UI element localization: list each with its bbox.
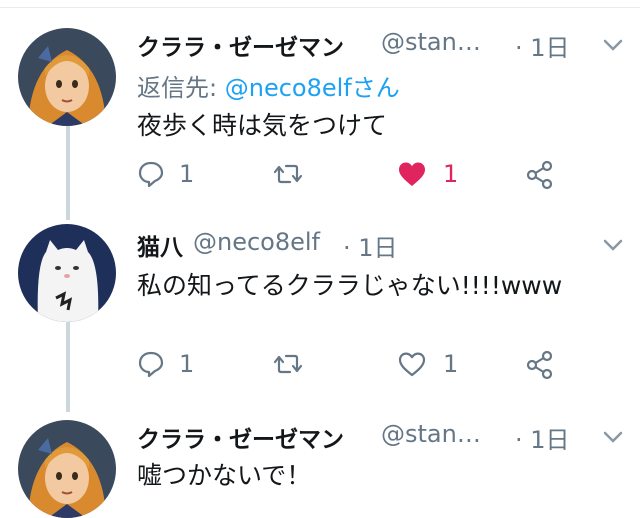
chevron-down-icon[interactable] bbox=[602, 238, 624, 252]
avatar[interactable] bbox=[18, 28, 116, 126]
author-handle[interactable]: @stan… bbox=[381, 420, 481, 448]
heart-icon bbox=[398, 352, 426, 377]
heart-icon bbox=[399, 162, 425, 186]
reply-icon bbox=[138, 351, 164, 378]
author-handle[interactable]: @neco8elf bbox=[193, 228, 320, 256]
chevron-down-icon[interactable] bbox=[602, 430, 624, 444]
tweet-text: 夜歩く時は気をつけて bbox=[137, 111, 388, 140]
like-count: 1 bbox=[443, 160, 459, 188]
author-name[interactable]: クララ・ゼーゼマン bbox=[137, 420, 344, 454]
share-icon bbox=[526, 160, 553, 190]
author-handle[interactable]: @stan… bbox=[381, 28, 481, 56]
top-divider bbox=[0, 0, 640, 8]
avatar[interactable] bbox=[18, 224, 116, 322]
clara-avatar-image bbox=[18, 28, 116, 126]
like-count: 1 bbox=[443, 350, 459, 378]
reply-mention-link[interactable]: @neco8elfさん bbox=[225, 74, 400, 102]
tweet-item[interactable]: クララ・ゼーゼマン @stan… · 1日 嘘つかないで！ bbox=[0, 410, 640, 518]
reply-count: 1 bbox=[179, 350, 195, 378]
tweet-actions: 1 1 bbox=[137, 156, 617, 196]
reply-count: 1 bbox=[179, 160, 195, 188]
tweet-time[interactable]: · 1日 bbox=[515, 420, 570, 455]
tweet-actions: 1 1 bbox=[137, 346, 617, 386]
thread-connector bbox=[66, 122, 70, 220]
reply-context: 返信先: @neco8elfさん bbox=[137, 68, 400, 103]
author-name[interactable]: クララ・ゼーゼマン bbox=[137, 28, 344, 62]
reply-icon bbox=[138, 161, 164, 188]
tweet-time[interactable]: · 1日 bbox=[343, 228, 398, 263]
retweet-icon bbox=[273, 354, 303, 374]
tweet-item[interactable]: 猫八 @neco8elf · 1日 私の知ってるクララじゃない!!!!www 1 bbox=[0, 218, 640, 412]
avatar[interactable] bbox=[18, 420, 116, 518]
reply-prefix: 返信先: bbox=[137, 74, 218, 102]
chevron-down-icon[interactable] bbox=[602, 38, 624, 52]
tweet-text: 嘘つかないで！ bbox=[137, 461, 312, 490]
clara-avatar-image bbox=[18, 420, 116, 518]
cat-avatar-image bbox=[18, 224, 116, 322]
tweet-time[interactable]: · 1日 bbox=[515, 28, 570, 63]
tweet-text: 私の知ってるクララじゃない!!!!www bbox=[137, 271, 563, 300]
tweet-item[interactable]: クララ・ゼーゼマン @stan… · 1日 返信先: @neco8elfさん 夜… bbox=[0, 10, 640, 220]
share-icon bbox=[526, 350, 553, 380]
retweet-icon bbox=[273, 164, 303, 184]
thread-connector bbox=[66, 322, 70, 412]
author-name[interactable]: 猫八 bbox=[137, 228, 183, 262]
